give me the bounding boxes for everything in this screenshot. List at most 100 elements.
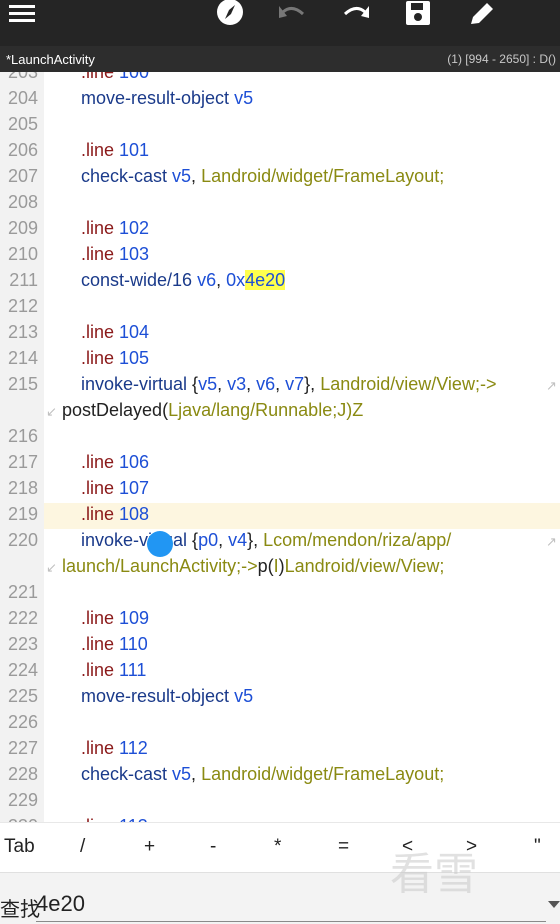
code-line[interactable]: .line 110 xyxy=(81,634,148,655)
line-number: 227 xyxy=(7,738,38,758)
wrap-arrow-icon: ↗ xyxy=(546,378,557,393)
undo-icon[interactable] xyxy=(274,0,310,28)
code-token: )Z xyxy=(346,400,364,420)
compass-icon[interactable] xyxy=(212,0,248,28)
code-token: 112 xyxy=(119,738,148,758)
code-token: Landroid/view/View; xyxy=(284,556,445,576)
line-number: 209 xyxy=(7,218,38,238)
code-token: .line xyxy=(81,634,120,654)
code-token: 101 xyxy=(119,140,150,160)
file-tab-title[interactable]: *LaunchActivity xyxy=(6,52,95,67)
code-line[interactable]: check-cast v5, Landroid/widget/FrameLayo… xyxy=(81,764,444,785)
text-cursor-handle[interactable] xyxy=(147,531,173,557)
line-number: 228 xyxy=(7,764,38,784)
code-token: invoke-virtual xyxy=(81,374,193,394)
line-number: 203 xyxy=(7,72,38,82)
code-token: v5 xyxy=(198,374,218,394)
code-token: v4 xyxy=(228,530,248,550)
wrap-arrow-icon: ↗ xyxy=(546,534,557,549)
code-token: , xyxy=(217,374,228,394)
menu-icon[interactable] xyxy=(4,0,40,28)
code-line[interactable]: .line 101 xyxy=(81,140,149,161)
line-number: 226 xyxy=(7,712,38,732)
code-line[interactable]: .line 107 xyxy=(81,478,149,499)
code-token: move-result-object xyxy=(81,686,235,706)
symbol-key[interactable]: + xyxy=(144,836,155,858)
code-token: move-result-object xyxy=(81,88,235,108)
code-token: , xyxy=(191,764,202,784)
code-token: .line xyxy=(81,478,120,498)
line-number: 210 xyxy=(7,244,38,264)
code-token: 105 xyxy=(119,348,150,368)
code-line[interactable]: check-cast v5, Landroid/widget/FrameLayo… xyxy=(81,166,444,187)
top-toolbar xyxy=(0,0,560,46)
code-token: 104 xyxy=(119,322,150,342)
code-line-continuation[interactable]: launch/LaunchActivity;->p(I)Landroid/vie… xyxy=(62,556,444,577)
edit-icon[interactable] xyxy=(464,0,500,28)
line-number: 229 xyxy=(7,790,38,810)
symbol-key[interactable]: = xyxy=(338,836,349,858)
line-number: 216 xyxy=(7,426,38,446)
code-token: 108 xyxy=(119,504,150,524)
line-number: 205 xyxy=(7,114,38,134)
code-token: 100 xyxy=(119,72,150,82)
line-number: 217 xyxy=(7,452,38,472)
code-token: 102 xyxy=(119,218,150,238)
code-token: , xyxy=(246,374,257,394)
line-number: 221 xyxy=(7,582,38,602)
code-token: v5 xyxy=(234,686,254,706)
code-line[interactable]: invoke-virtual {p0, v4}, Lcom/mendon/riz… xyxy=(81,530,451,551)
code-line[interactable]: .line 102 xyxy=(81,218,149,239)
search-label: 查找 xyxy=(0,899,40,921)
code-token: .line xyxy=(81,218,120,238)
code-line[interactable]: invoke-virtual {v5, v3, v6, v7}, Landroi… xyxy=(81,374,496,395)
line-number: 212 xyxy=(7,296,38,316)
code-line[interactable]: .line 112 xyxy=(81,738,148,759)
code-line[interactable]: .line 103 xyxy=(81,244,149,265)
code-token: v5 xyxy=(172,166,192,186)
code-token: 110 xyxy=(119,634,148,654)
code-line[interactable]: .line 109 xyxy=(81,608,149,629)
symbol-key[interactable]: - xyxy=(210,836,216,858)
line-number: 213 xyxy=(7,322,38,342)
code-token: Landroid/widget/FrameLayout; xyxy=(201,166,445,186)
code-token: Lcom/mendon/riza/app/ xyxy=(263,530,452,550)
wrap-continue-icon: ↙ xyxy=(46,560,57,575)
code-token: v6 xyxy=(256,374,276,394)
symbol-key[interactable]: " xyxy=(534,836,541,858)
code-token: , xyxy=(275,374,286,394)
dropdown-arrow-icon[interactable] xyxy=(548,901,560,908)
code-editor[interactable]: 203 .line 100 204 move-result-object v5 205 2… xyxy=(0,72,560,822)
line-number: 211 xyxy=(9,270,38,290)
symbol-key[interactable]: * xyxy=(274,836,281,858)
code-token: 111 xyxy=(119,660,147,680)
code-line-continuation[interactable]: postDelayed(Ljava/lang/Runnable;J)Z xyxy=(62,400,363,421)
code-line[interactable]: .line 111 xyxy=(81,660,146,681)
code-token: v5 xyxy=(234,88,254,108)
symbol-key[interactable]: Tab xyxy=(4,836,35,858)
line-number: 220 xyxy=(7,530,38,550)
code-token: 106 xyxy=(119,452,150,472)
redo-icon[interactable] xyxy=(338,0,374,28)
code-line[interactable]: move-result-object v5 xyxy=(81,88,253,109)
code-line[interactable]: .line 104 xyxy=(81,322,149,343)
code-line[interactable]: .line 108 xyxy=(81,504,149,525)
line-number: 219 xyxy=(7,504,38,524)
code-token: launch/LaunchActivity;-> xyxy=(62,556,258,576)
search-underline xyxy=(36,921,546,922)
code-line[interactable]: move-result-object v5 xyxy=(81,686,253,707)
code-token: v5 xyxy=(172,764,192,784)
save-icon[interactable] xyxy=(400,0,436,28)
symbol-key[interactable]: / xyxy=(80,836,85,858)
line-number: 208 xyxy=(7,192,38,212)
code-line[interactable]: .line 105 xyxy=(81,348,149,369)
code-token: .line xyxy=(81,608,120,628)
code-token: .line xyxy=(81,72,120,82)
code-token: const-wide/16 xyxy=(81,270,198,290)
code-token: , xyxy=(216,270,227,290)
code-token: }, xyxy=(247,530,264,550)
code-line[interactable]: .line 106 xyxy=(81,452,149,473)
code-line[interactable]: const-wide/16 v6, 0x4e20 xyxy=(81,270,286,291)
code-token: v7 xyxy=(285,374,305,394)
code-line[interactable]: .line 100 xyxy=(81,72,149,83)
